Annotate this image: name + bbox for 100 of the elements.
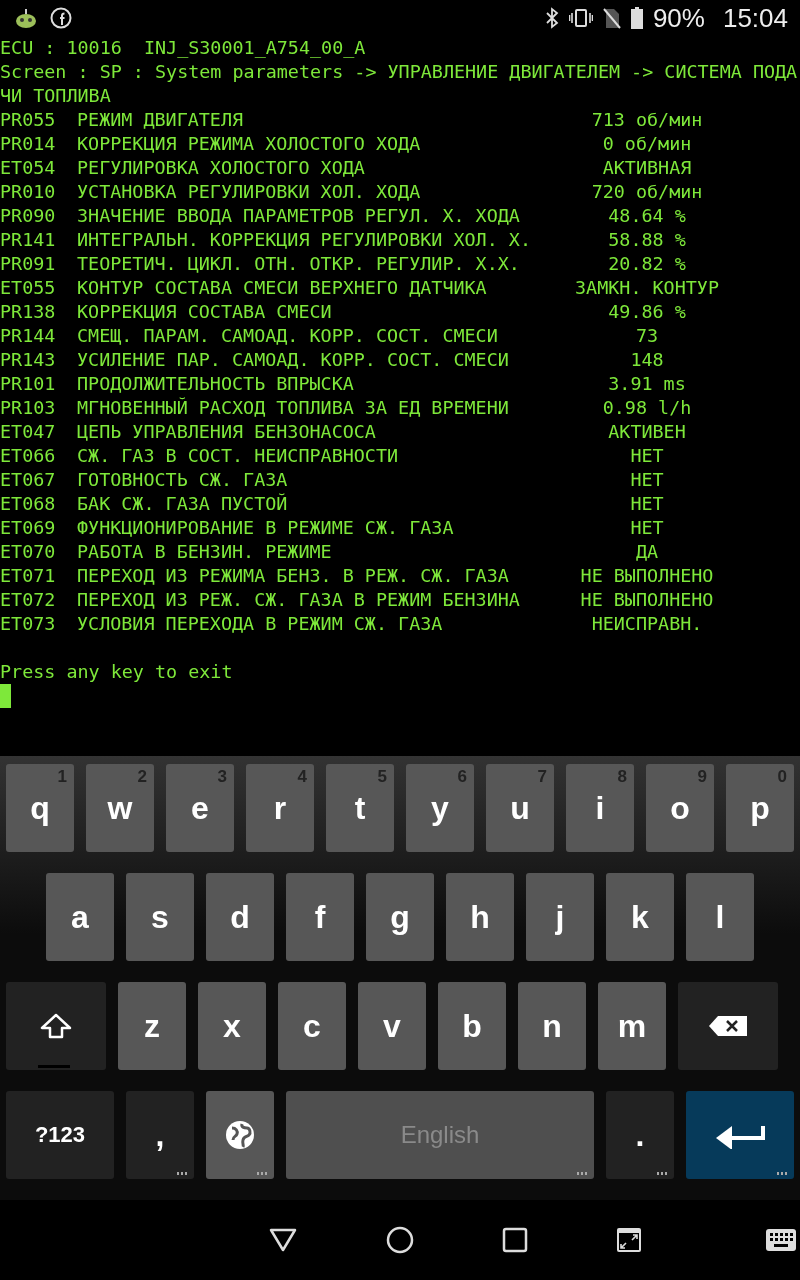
parameter-code: PR101 <box>0 372 57 396</box>
backspace-key[interactable] <box>678 982 778 1070</box>
letter-key[interactable]: l <box>686 873 754 961</box>
letter-key[interactable]: s <box>126 873 194 961</box>
letter-key[interactable]: d <box>206 873 274 961</box>
parameter-name: РЕЖИМ ДВИГАТЕЛЯ <box>77 108 245 132</box>
parameter-code: ET067 <box>0 468 57 492</box>
keyboard-icon[interactable] <box>766 1229 796 1251</box>
parameter-name: ТЕОРЕТИЧ. ЦИКЛ. ОТН. ОТКР. РЕГУЛИР. Х.Х. <box>77 252 521 276</box>
parameter-code: PR141 <box>0 228 57 252</box>
language-key[interactable] <box>206 1091 274 1179</box>
parameter-value: 73 <box>634 324 660 348</box>
parameter-code: ET073 <box>0 612 57 636</box>
letter-key[interactable]: k <box>606 873 674 961</box>
parameter-code: PR144 <box>0 324 57 348</box>
parameter-value: АКТИВЕН <box>607 420 687 444</box>
shift-key[interactable] <box>6 982 106 1070</box>
parameter-name: РАБОТА В БЕНЗИН. РЕЖИМЕ <box>77 540 333 564</box>
home-icon[interactable] <box>386 1226 414 1254</box>
parameter-code: PR055 <box>0 108 57 132</box>
parameter-name: РЕГУЛИРОВКА ХОЛОСТОГО ХОДА <box>77 156 366 180</box>
parameter-code: PR091 <box>0 252 57 276</box>
more-dots-icon <box>176 1172 188 1175</box>
exit-prompt: Press any key to exit <box>0 660 234 684</box>
parameter-name: КОРРЕКЦИЯ СОСТАВА СМЕСИ <box>77 300 333 324</box>
parameter-value: 3.91 ms <box>607 372 687 396</box>
letter-key[interactable]: v <box>358 982 426 1070</box>
vibrate-icon <box>568 8 593 28</box>
symbols-key[interactable]: ?123 <box>6 1091 114 1179</box>
parameter-value: 49.86 % <box>607 300 687 324</box>
clock: 15:04 <box>722 2 788 34</box>
parameter-code: PR014 <box>0 132 57 156</box>
shift-arrow-icon <box>39 1013 73 1039</box>
parameter-value: НЕ ВЫПОЛНЕНО <box>579 564 715 588</box>
parameter-value: 148 <box>629 348 665 372</box>
letter-key[interactable]: m <box>598 982 666 1070</box>
parameter-code: ET055 <box>0 276 57 300</box>
parameter-name: КОНТУР СОСТАВА СМЕСИ ВЕРХНЕГО ДАТЧИКА <box>77 276 488 300</box>
more-dots-icon <box>776 1172 788 1175</box>
battery-percentage: 90% <box>652 2 705 34</box>
parameter-value: НЕТ <box>629 444 665 468</box>
parameter-name: КОРРЕКЦИЯ РЕЖИМА ХОЛОСТОГО ХОДА <box>77 132 422 156</box>
punctuation-key[interactable]: . <box>606 1091 674 1179</box>
facebook-icon <box>50 7 72 29</box>
parameter-code: ET068 <box>0 492 57 516</box>
parameter-code: ET047 <box>0 420 57 444</box>
parameter-value: НЕ ВЫПОЛНЕНО <box>579 588 715 612</box>
letter-key[interactable]: j <box>526 873 594 961</box>
parameter-name: ПЕРЕХОД ИЗ РЕЖИМА БЕНЗ. В РЕЖ. СЖ. ГАЗА <box>77 564 510 588</box>
letter-key[interactable]: c <box>278 982 346 1070</box>
letter-key[interactable]: a <box>46 873 114 961</box>
punctuation-key[interactable]: , <box>126 1091 194 1179</box>
letter-key[interactable]: h <box>446 873 514 961</box>
recents-icon[interactable] <box>502 1227 528 1253</box>
parameter-value: ДА <box>634 540 660 564</box>
letter-key[interactable]: f <box>286 873 354 961</box>
parameter-name: ЦЕПЬ УПРАВЛЕНИЯ БЕНЗОНАСОСА <box>77 420 377 444</box>
no-sim-icon <box>602 7 621 29</box>
enter-key[interactable] <box>686 1091 794 1179</box>
robot-icon <box>14 8 38 28</box>
backspace-icon <box>708 1015 748 1037</box>
parameter-code: PR010 <box>0 180 57 204</box>
parameter-name: УСТАНОВКА РЕГУЛИРОВКИ ХОЛ. ХОДА <box>77 180 422 204</box>
parameter-name: ПЕРЕХОД ИЗ РЕЖ. СЖ. ГАЗА В РЕЖИМ БЕНЗИНА <box>77 588 521 612</box>
parameter-value: 20.82 % <box>607 252 687 276</box>
parameter-name: МГНОВЕННЫЙ РАСХОД ТОПЛИВА ЗА ЕД ВРЕМЕНИ <box>77 396 510 420</box>
parameter-code: ET072 <box>0 588 57 612</box>
parameter-value: НЕИСПРАВН. <box>590 612 704 636</box>
letter-key[interactable]: n <box>518 982 586 1070</box>
bluetooth-icon <box>544 7 559 29</box>
parameter-code: PR138 <box>0 300 57 324</box>
screen-path: Screen : SP : System parameters -> УПРАВЛЕНИЕ ДВИГАТЕЛЕМ -> СИСТЕМА ПОДАЧИ ТОПЛИВА <box>0 60 798 108</box>
parameter-name: ЗНАЧЕНИЕ ВВОДА ПАРАМЕТРОВ РЕГУЛ. Х. ХОДА <box>77 204 521 228</box>
parameter-value: АКТИВНАЯ <box>601 156 693 180</box>
parameter-code: ET066 <box>0 444 57 468</box>
text-cursor <box>0 684 11 708</box>
resize-window-icon[interactable] <box>616 1227 642 1253</box>
parameter-name: СМЕЩ. ПАРАМ. САМОАД. КОРР. СОСТ. СМЕСИ <box>77 324 499 348</box>
parameter-value: 720 об/мин <box>590 180 704 204</box>
parameter-name: ПРОДОЛЖИТЕЛЬНОСТЬ ВПРЫСКА <box>77 372 355 396</box>
parameter-value: 48.64 % <box>607 204 687 228</box>
parameter-name: ГОТОВНОСТЬ СЖ. ГАЗА <box>77 468 289 492</box>
more-dots-icon <box>576 1172 588 1175</box>
parameter-code: PR090 <box>0 204 57 228</box>
letter-key[interactable]: z <box>118 982 186 1070</box>
parameter-value: 0.98 l/h <box>601 396 693 420</box>
battery-icon <box>630 7 643 29</box>
back-icon[interactable] <box>268 1227 298 1253</box>
parameter-code: PR103 <box>0 396 57 420</box>
parameter-name: ФУНКЦИОНИРОВАНИЕ В РЕЖИМЕ СЖ. ГАЗА <box>77 516 455 540</box>
parameter-value: НЕТ <box>629 492 665 516</box>
parameter-code: ET069 <box>0 516 57 540</box>
parameter-code: ET071 <box>0 564 57 588</box>
letter-key[interactable]: b <box>438 982 506 1070</box>
more-dots-icon <box>256 1172 268 1175</box>
parameter-code: ET070 <box>0 540 57 564</box>
letter-key[interactable]: g <box>366 873 434 961</box>
letter-key[interactable]: x <box>198 982 266 1070</box>
parameter-value: 58.88 % <box>607 228 687 252</box>
parameter-name: УСИЛЕНИЕ ПАР. САМОАД. КОРР. СОСТ. СМЕСИ <box>77 348 510 372</box>
